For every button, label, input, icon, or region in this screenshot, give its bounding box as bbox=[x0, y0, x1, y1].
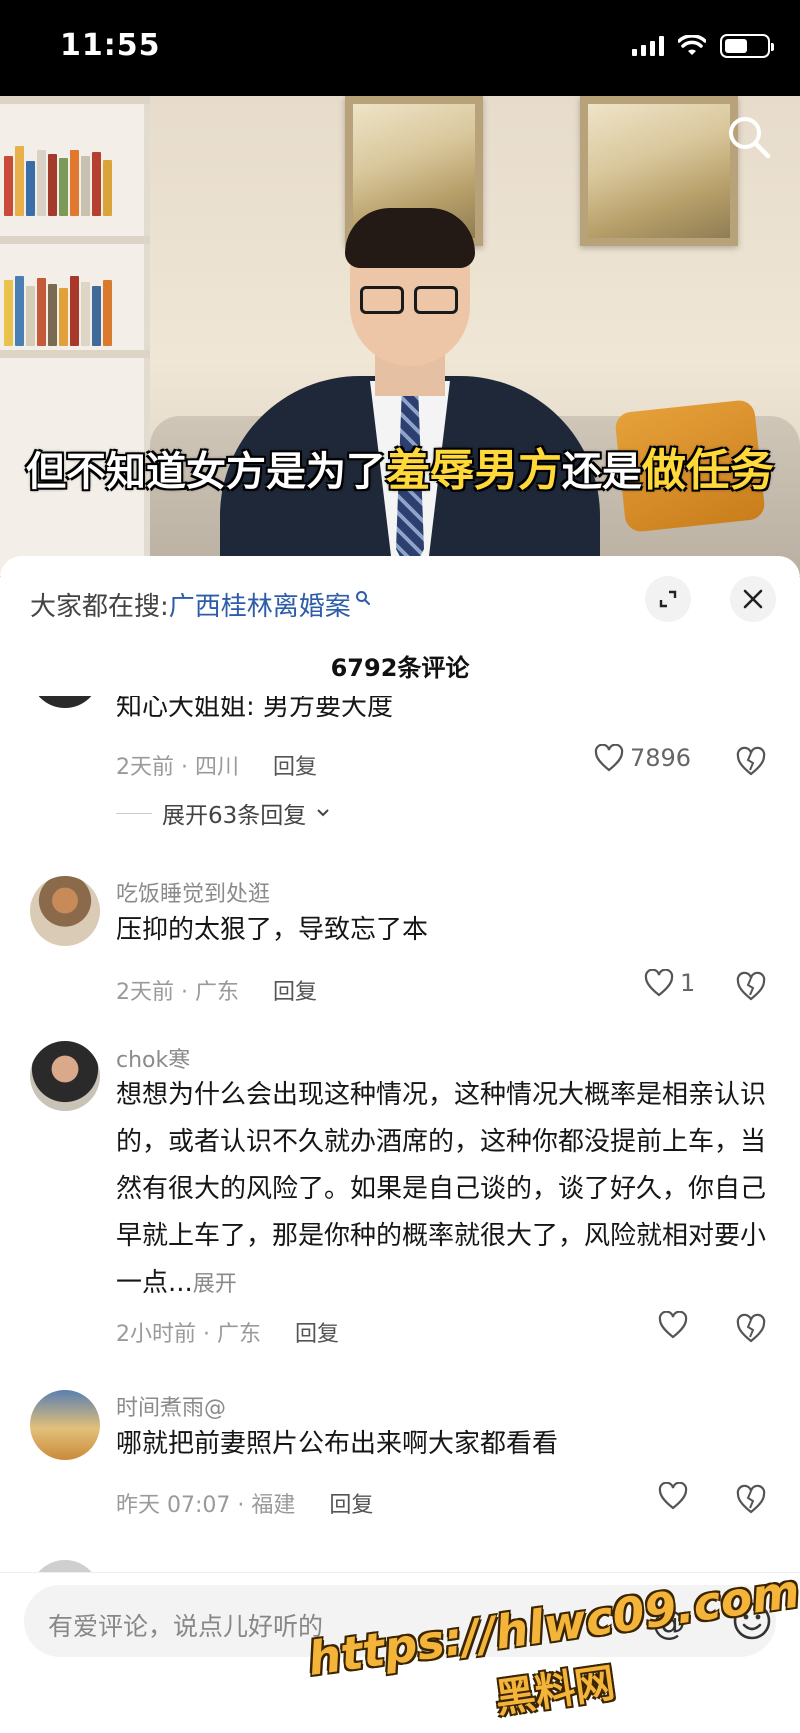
wall-painting-right bbox=[580, 96, 738, 246]
heart-icon bbox=[658, 1482, 688, 1510]
comment-input-placeholder: 有爱评论，说点儿好听的 bbox=[48, 1612, 324, 1641]
comment-count: 6792条评论 bbox=[330, 654, 470, 682]
dislike-icon[interactable] bbox=[735, 1313, 767, 1343]
heart-icon bbox=[658, 1311, 688, 1339]
comment-text: 想想为什么会出现这种情况，这种情况大概率是相亲认识的，或者认识不久就办酒席的，这… bbox=[116, 1080, 767, 1298]
like-button[interactable] bbox=[658, 1482, 694, 1510]
show-more-link[interactable]: 展开 bbox=[193, 1272, 237, 1297]
like-button[interactable] bbox=[658, 1311, 694, 1339]
comment-sheet: 大家都在搜: 广西桂林离婚案 6792条评论 知心大姐姐: 男方要大度 2天前 … bbox=[0, 556, 800, 1733]
dislike-icon[interactable] bbox=[735, 971, 767, 1001]
battery-icon bbox=[720, 34, 774, 58]
heart-icon bbox=[644, 969, 674, 997]
avatar[interactable] bbox=[30, 696, 100, 708]
mini-search-icon bbox=[355, 590, 370, 605]
comment-list[interactable]: 知心大姐姐: 男方要大度 2天前 · 四川 回复 7896 展开63条回复 吃饭… bbox=[0, 696, 800, 1616]
dislike-icon[interactable] bbox=[735, 746, 767, 776]
status-time: 11:55 bbox=[60, 28, 161, 63]
reply-button[interactable]: 回复 bbox=[295, 1316, 339, 1348]
comment-text: 哪就把前妻照片公布出来啊大家都看看 bbox=[116, 1429, 559, 1459]
reply-button[interactable]: 回复 bbox=[273, 749, 317, 781]
trending-search[interactable]: 大家都在搜: 广西桂林离婚案 bbox=[30, 586, 371, 623]
avatar[interactable] bbox=[30, 1041, 100, 1111]
comment-meta: 2天前 · 广东 回复 bbox=[116, 974, 317, 1006]
status-icons bbox=[632, 34, 774, 58]
expand-button[interactable] bbox=[645, 576, 691, 622]
expand-replies-button[interactable]: 展开63条回复 bbox=[116, 796, 330, 830]
comment-meta: 昨天 07:07 · 福建 回复 bbox=[116, 1487, 373, 1519]
mention-button[interactable]: @ bbox=[652, 1603, 686, 1643]
status-bar: 11:55 bbox=[0, 0, 800, 96]
comment-username[interactable]: 吃饭睡觉到处逛 bbox=[116, 876, 270, 908]
video-subtitle: 但不知道女方是为了羞辱男方还是做任务 bbox=[26, 445, 774, 496]
like-count: 7896 bbox=[630, 744, 692, 772]
reply-button[interactable]: 回复 bbox=[329, 1487, 373, 1519]
avatar[interactable] bbox=[30, 1390, 100, 1460]
dislike-icon[interactable] bbox=[735, 1484, 767, 1514]
expand-icon bbox=[659, 590, 677, 608]
close-button[interactable] bbox=[730, 576, 776, 622]
like-count: 1 bbox=[680, 969, 696, 997]
comment-username[interactable]: 时间煮雨@ bbox=[116, 1390, 226, 1422]
video-player[interactable]: 但不知道女方是为了羞辱男方还是做任务 bbox=[0, 96, 800, 576]
comment-text: 知心大姐姐: 男方要大度 bbox=[116, 696, 394, 722]
heart-icon bbox=[594, 744, 624, 772]
wifi-icon bbox=[678, 35, 706, 55]
glasses bbox=[360, 286, 460, 316]
comment-input-bar: 有爱评论，说点儿好听的 @ bbox=[0, 1572, 800, 1733]
comment-username[interactable]: chok寒 bbox=[116, 1042, 190, 1074]
comment-input[interactable]: 有爱评论，说点儿好听的 @ bbox=[24, 1585, 776, 1657]
close-icon bbox=[743, 589, 763, 609]
bookshelf bbox=[0, 96, 150, 576]
avatar[interactable] bbox=[30, 876, 100, 946]
signal-icon bbox=[632, 36, 664, 56]
comment-meta: 2天前 · 四川 回复 bbox=[116, 749, 317, 781]
emoji-icon[interactable] bbox=[732, 1601, 772, 1641]
chevron-down-icon bbox=[317, 809, 329, 817]
comment-meta: 2小时前 · 广东 回复 bbox=[116, 1316, 339, 1348]
comment-text: 压抑的太狠了，导致忘了本 bbox=[116, 915, 429, 945]
reply-button[interactable]: 回复 bbox=[273, 974, 317, 1006]
like-button[interactable]: 7896 bbox=[594, 744, 691, 772]
trending-search-link[interactable]: 广西桂林离婚案 bbox=[169, 586, 351, 623]
search-icon[interactable] bbox=[726, 114, 772, 160]
like-button[interactable]: 1 bbox=[644, 969, 695, 997]
